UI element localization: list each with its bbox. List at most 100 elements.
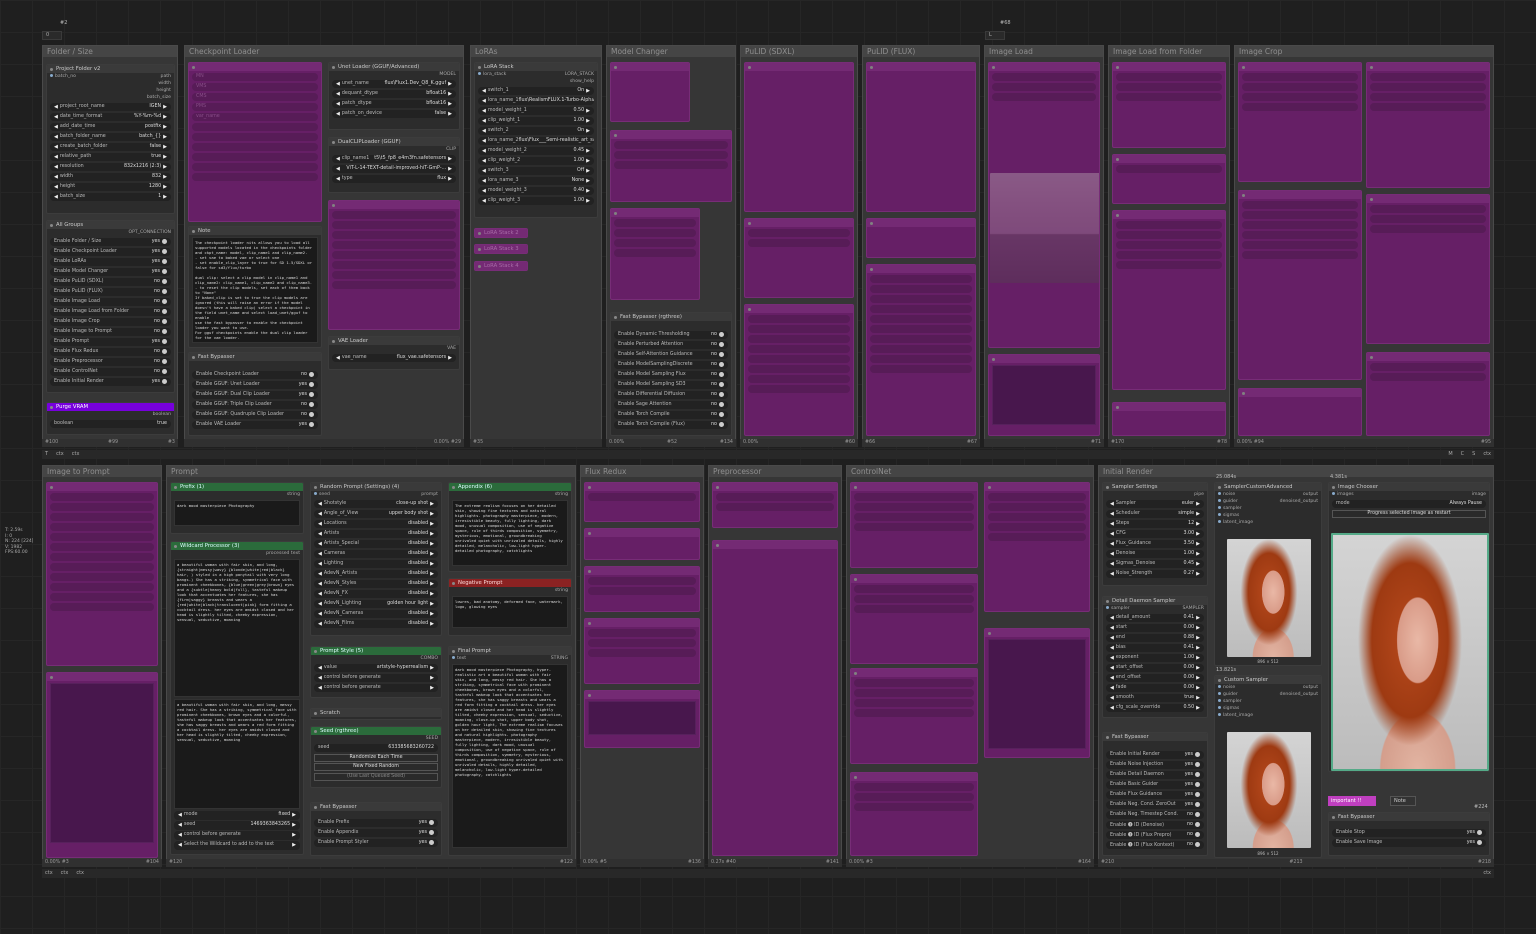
node-port[interactable]: COMBO xyxy=(314,655,438,662)
widget-row[interactable]: ◀ control before generate ▶ xyxy=(314,683,438,692)
node-port[interactable]: latent_image xyxy=(1218,519,1318,526)
node-title[interactable]: Fast Bypasser xyxy=(311,803,441,811)
muted-node[interactable] xyxy=(984,628,1090,758)
widget-row[interactable]: Enable Model Sampling Flux no xyxy=(614,370,728,379)
muted-row[interactable]: PMS xyxy=(192,102,318,111)
muted-node[interactable] xyxy=(46,672,158,858)
node-title[interactable] xyxy=(745,305,853,313)
widget-row[interactable]: ◀ fade 0.00 ▶ xyxy=(1106,683,1204,692)
mode-select[interactable]: mode Always Pause xyxy=(1332,499,1486,508)
node-title[interactable] xyxy=(189,63,321,71)
dual-clip-loader-node[interactable]: DualCLIPLoader (GGUF) CLIP ◀ clip_name1 t5… xyxy=(328,137,460,193)
node-title[interactable] xyxy=(1239,389,1361,397)
node-title[interactable]: Random Prompt (Settings) (4) xyxy=(311,483,441,491)
widget-row[interactable]: Enable Appendix yes xyxy=(314,828,438,837)
muted-node[interactable] xyxy=(984,482,1090,612)
custom-sampler-node[interactable]: Custom Sampler noise output guider denoised… xyxy=(1214,675,1322,858)
node-port[interactable]: height xyxy=(50,87,171,94)
muted-node[interactable] xyxy=(988,354,1100,436)
widget-row[interactable]: ◀ AdevN_Films disabled ▶ xyxy=(314,619,438,628)
widget-row[interactable]: Enable Image Crop no xyxy=(50,317,171,326)
widget-row[interactable]: Enable Neg. Timestep Cond. no xyxy=(1106,810,1204,819)
node-port[interactable]: string xyxy=(452,491,568,498)
node-title[interactable] xyxy=(329,201,459,209)
all-groups-node[interactable]: All Groups OPT_CONNECTION Enable Folder … xyxy=(46,220,175,393)
muted-node[interactable] xyxy=(712,540,838,856)
widget-row[interactable]: ◀ lora_name_1 flux\RealismFLUX.1-Turbo-Alp… xyxy=(478,96,594,105)
node-title[interactable] xyxy=(1113,211,1225,219)
group-title[interactable]: LoRAs xyxy=(471,46,601,57)
last-seed-button[interactable]: (Use Last Queued Seed) xyxy=(314,772,438,781)
seed-field[interactable]: seed 633385683260722 xyxy=(314,743,438,752)
node-port[interactable]: string xyxy=(174,491,300,498)
node-port[interactable]: batch_size xyxy=(50,94,171,101)
widget-row[interactable]: Enable GGUF: Dual Clip Loader yes xyxy=(192,390,318,399)
node-title[interactable]: VAE Loader xyxy=(329,337,459,345)
widget-row[interactable]: Enable Save Image yes xyxy=(1332,838,1486,847)
widget-row[interactable]: Enable Image Load no xyxy=(50,297,171,306)
widget-row[interactable]: Enable Model Changer yes xyxy=(50,267,171,276)
node-title[interactable]: Unet Loader (GGUF/Advanced) xyxy=(329,63,459,71)
widget-row[interactable]: Enable Model Sampling SD3 no xyxy=(614,380,728,389)
widget-row[interactable]: ◀ seed 1469363843265 ▶ xyxy=(174,821,300,830)
widget-row[interactable]: ◀ AdevN_Lighting golden hour light ▶ xyxy=(314,599,438,608)
sampler-custom-advanced-node[interactable]: SamplerCustomAdvanced noise output guider d… xyxy=(1214,482,1322,666)
widget-row[interactable]: ◀ lora_name_3 None ▶ xyxy=(478,176,594,185)
widget-row[interactable]: Enable Folder / Size yes xyxy=(50,237,171,246)
muted-node[interactable] xyxy=(744,218,854,298)
lora-stack-3[interactable]: LoRA Stack 3 xyxy=(474,244,528,254)
triple-clip-loader-muted[interactable] xyxy=(328,200,460,330)
widget-row[interactable]: Enable Prompt Styler yes xyxy=(314,838,438,847)
widget-row[interactable]: ◀ clip_weight_2 1.00 ▶ xyxy=(478,156,594,165)
node-title[interactable]: Prompt Style (5) xyxy=(311,647,441,655)
widget-row[interactable]: Enable Torch Compile no xyxy=(614,410,728,419)
node-title[interactable]: SamplerCustomAdvanced xyxy=(1215,483,1321,491)
node-title[interactable] xyxy=(1367,353,1489,361)
custom-sampler-preview[interactable] xyxy=(1227,732,1311,848)
widget-row[interactable]: ◀ date_time_format %Y-%m-%d ▶ xyxy=(50,112,171,121)
widget-row[interactable] xyxy=(192,142,318,151)
widget-row[interactable]: Enable Image to Prompt no xyxy=(50,327,171,336)
node-title[interactable]: Fast Bypasser xyxy=(189,353,321,361)
widget-row[interactable]: ◀ Locations disabled ▶ xyxy=(314,519,438,528)
muted-node[interactable] xyxy=(1366,352,1490,436)
muted-node[interactable] xyxy=(850,574,978,664)
widget-row[interactable]: ◀ end 0.88 ▶ xyxy=(1106,633,1204,642)
appendix-text[interactable]: The extreme realism focuses on her detai… xyxy=(452,500,568,566)
prefix-text[interactable]: dark mood masterpiece Photography xyxy=(174,500,300,526)
note-node[interactable]: Note The checkpoint loader nits allows y… xyxy=(188,226,322,348)
node-title[interactable]: Sampler Settings xyxy=(1103,483,1207,491)
unet-loader-node[interactable]: Unet Loader (GGUF/Advanced) MODEL ◀ unet_… xyxy=(328,62,460,130)
node-title[interactable] xyxy=(1113,155,1225,163)
node-port[interactable]: text STRING xyxy=(452,655,568,662)
widget-row[interactable]: Enable Dynamic Thresholding no xyxy=(614,330,728,339)
widget-row[interactable]: ◀ resolution 832x1216 (2:3) ▶ xyxy=(50,162,171,171)
node-port[interactable]: CLIP xyxy=(332,146,456,153)
group-title[interactable]: Image Load from Folder xyxy=(1109,46,1229,57)
muted-node[interactable] xyxy=(1112,62,1226,148)
widget-row[interactable]: ◀ model_weight_3 0.40 ▶ xyxy=(478,186,594,195)
widget-row[interactable]: ◀ Steps 12 ▶ xyxy=(1106,519,1204,528)
widget-row[interactable]: ◀ model_weight_1 0.50 ▶ xyxy=(478,106,594,115)
node-title[interactable] xyxy=(1239,191,1361,199)
muted-node[interactable] xyxy=(584,690,700,748)
node-port[interactable]: VAE xyxy=(332,345,456,352)
checkpoint-loader-muted[interactable]: MN VMS CMS PMS var_name xyxy=(188,62,322,222)
group-title[interactable]: Image to Prompt xyxy=(43,466,161,477)
muted-node[interactable] xyxy=(744,304,854,436)
node-title[interactable]: Scratch xyxy=(311,709,441,717)
muted-node[interactable] xyxy=(712,482,838,528)
widget-row[interactable]: ◀ smooth true ▶ xyxy=(1106,693,1204,702)
purge-vram-node[interactable]: Purge VRAM boolean boolean true xyxy=(46,402,175,435)
wildcard-text[interactable]: a beautiful woman with fair skin, and lo… xyxy=(174,559,300,697)
widget-row[interactable]: ◀ CFG 3.00 ▶ xyxy=(1106,529,1204,538)
widget-row[interactable]: Enable Flux Redux no xyxy=(50,347,171,356)
node-port[interactable]: batch_no path xyxy=(50,73,171,80)
node-title[interactable] xyxy=(713,541,837,549)
muted-row[interactable]: var_name xyxy=(192,112,318,121)
node-port[interactable]: boolean xyxy=(50,411,171,418)
widget-row[interactable]: ◀ switch_2 On ▶ xyxy=(478,126,594,135)
node-port[interactable]: guider denoised_output xyxy=(1218,691,1318,698)
node-port[interactable]: sigmas xyxy=(1218,512,1318,519)
fast-bypasser-model-changer[interactable]: Fast Bypasser (rgthree) Enable Dynamic T… xyxy=(610,312,732,436)
